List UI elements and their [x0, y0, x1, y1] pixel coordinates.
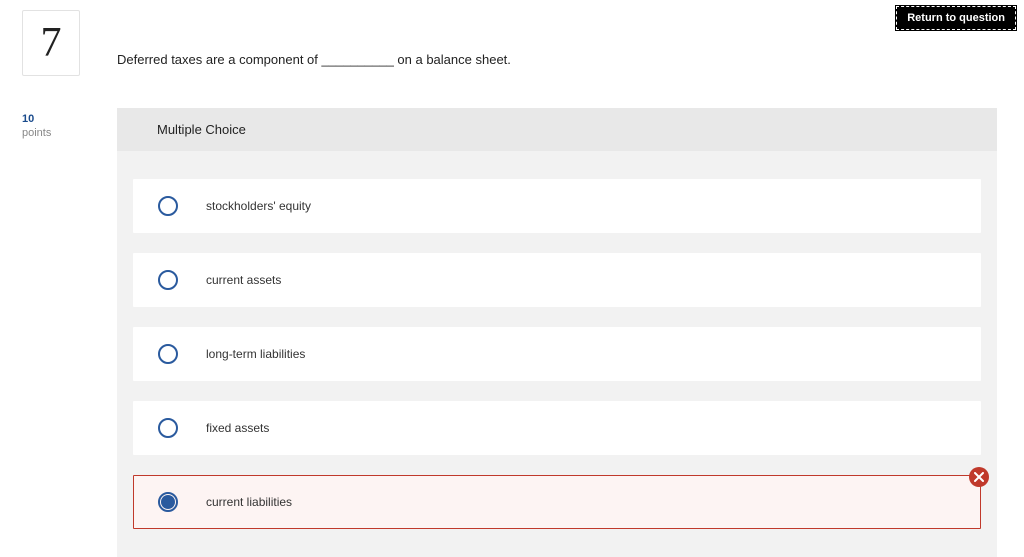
option-current-liabilities[interactable]: current liabilities: [133, 475, 981, 529]
option-label: current assets: [206, 273, 281, 287]
option-label: stockholders' equity: [206, 199, 311, 213]
radio-icon-selected: [158, 492, 178, 512]
radio-icon: [158, 344, 178, 364]
option-label: current liabilities: [206, 495, 292, 509]
question-number-box: 7: [22, 10, 80, 76]
option-label: fixed assets: [206, 421, 269, 435]
option-stockholders-equity[interactable]: stockholders' equity: [133, 179, 981, 233]
points-value: 10: [22, 112, 51, 126]
multiple-choice-panel: Multiple Choice stockholders' equity cur…: [117, 108, 997, 557]
return-to-question-button[interactable]: Return to question: [896, 6, 1016, 30]
radio-icon: [158, 196, 178, 216]
section-title: Multiple Choice: [117, 108, 997, 151]
incorrect-icon: [969, 467, 989, 487]
points-label: points: [22, 126, 51, 140]
option-fixed-assets[interactable]: fixed assets: [133, 401, 981, 455]
question-text: Deferred taxes are a component of ______…: [117, 52, 511, 67]
radio-icon: [158, 270, 178, 290]
option-label: long-term liabilities: [206, 347, 305, 361]
option-current-assets[interactable]: current assets: [133, 253, 981, 307]
option-long-term-liabilities[interactable]: long-term liabilities: [133, 327, 981, 381]
points-indicator: 10 points: [22, 112, 51, 141]
radio-icon: [158, 418, 178, 438]
options-list: stockholders' equity current assets long…: [117, 151, 997, 557]
